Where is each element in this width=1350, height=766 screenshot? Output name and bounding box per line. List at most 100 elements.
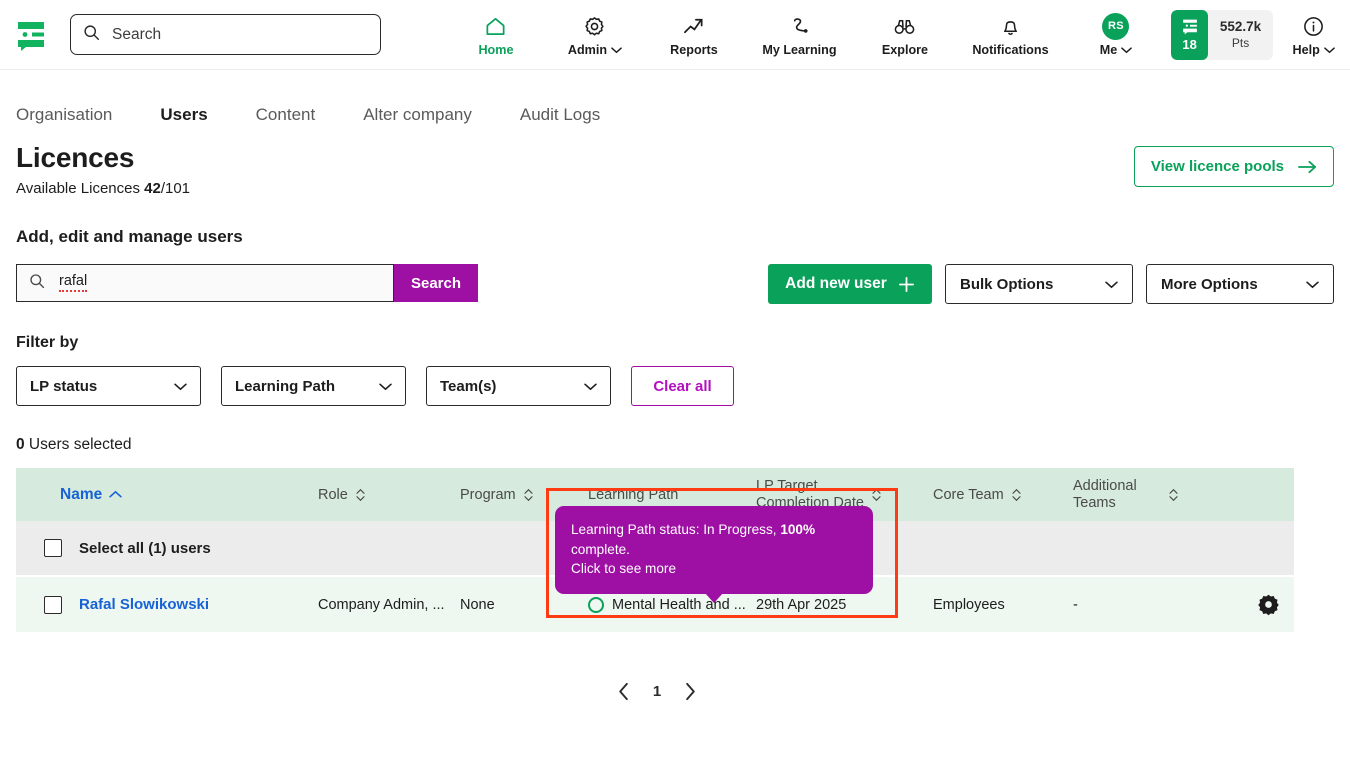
gear-icon [1257, 593, 1280, 616]
global-search-input[interactable]: Search [70, 14, 381, 55]
nav-label-my-learning: My Learning [762, 43, 836, 57]
chevron-down-icon [1324, 46, 1335, 54]
points-value-group: 552.7k Pts [1208, 10, 1273, 60]
column-header-learning-path-label: Learning Path [588, 487, 678, 503]
bulk-options-dropdown[interactable]: Bulk Options [945, 264, 1133, 304]
filter-teams[interactable]: Team(s) [426, 366, 611, 406]
cell-target-date: 29th Apr 2025 [756, 597, 933, 613]
tab-alter-company[interactable]: Alter company [363, 105, 520, 125]
sort-icon [871, 488, 882, 502]
search-button[interactable]: Search [394, 264, 478, 302]
learning-path-status-tooltip: Learning Path status: In Progress, 100% … [555, 506, 873, 594]
trend-arrow-icon [682, 14, 705, 38]
sort-icon [355, 488, 366, 502]
users-selected-number: 0 [16, 436, 25, 453]
chevron-down-icon [174, 382, 187, 391]
home-icon [484, 14, 507, 38]
company-logo-icon[interactable] [14, 17, 48, 53]
filter-learning-path[interactable]: Learning Path [221, 366, 406, 406]
view-licence-pools-button[interactable]: View licence pools [1134, 146, 1334, 187]
column-header-target-date-line1: LP Target [756, 478, 864, 495]
filter-teams-label: Team(s) [440, 378, 496, 395]
column-header-name[interactable]: Name [16, 486, 318, 504]
section-title: Add, edit and manage users [0, 227, 1350, 247]
tooltip-line-3: Click to see more [571, 559, 857, 579]
nav-item-home[interactable]: Home [446, 12, 545, 57]
nav-label-explore: Explore [882, 43, 928, 57]
column-header-additional-teams[interactable]: Additional Teams [1073, 478, 1193, 511]
lp-status-ring-icon [588, 597, 604, 613]
learning-path-icon [788, 14, 811, 38]
select-all-checkbox[interactable] [44, 539, 62, 557]
search-icon [83, 24, 100, 46]
sort-icon [1168, 488, 1179, 502]
tab-audit-logs[interactable]: Audit Logs [520, 105, 648, 125]
cell-learning-path[interactable]: Mental Health and ... [588, 597, 756, 613]
bulk-options-label: Bulk Options [960, 276, 1053, 293]
available-licences-total: /101 [161, 180, 190, 197]
page-header: Licences Available Licences 42/101 View … [0, 142, 1350, 197]
column-header-program[interactable]: Program [460, 487, 588, 503]
chevron-down-icon [1306, 280, 1319, 289]
top-navigation-bar: Search Home Admin [0, 0, 1350, 70]
sort-icon [523, 488, 534, 502]
filter-learning-path-label: Learning Path [235, 378, 335, 395]
column-header-role[interactable]: Role [318, 487, 460, 503]
avatar-initials: RS [1102, 13, 1129, 40]
more-options-dropdown[interactable]: More Options [1146, 264, 1334, 304]
row-settings-button[interactable] [1193, 593, 1294, 616]
pagination-next-button[interactable] [683, 682, 697, 701]
column-header-core-team-label: Core Team [933, 487, 1004, 503]
nav-item-my-learning[interactable]: My Learning [743, 12, 855, 57]
company-logo-icon [1180, 18, 1200, 36]
tooltip-status-text: Learning Path status: In Progress, [571, 522, 780, 537]
cell-additional-teams: - [1073, 597, 1193, 613]
nav-item-explore[interactable]: Explore [855, 12, 954, 57]
global-search-placeholder: Search [112, 26, 161, 44]
section-tabs: Organisation Users Content Alter company… [0, 88, 1350, 142]
pagination-current-page[interactable]: 1 [653, 683, 661, 700]
pagination-prev-button[interactable] [617, 682, 631, 701]
nav-label-admin: Admin [568, 43, 607, 57]
column-header-name-label: Name [60, 486, 102, 504]
points-badge[interactable]: 18 552.7k Pts [1171, 10, 1273, 60]
users-selected-count: 0 Users selected [0, 436, 1350, 454]
tooltip-line-2: complete. [571, 540, 857, 560]
column-header-learning-path[interactable]: Learning Path [588, 487, 756, 503]
clear-all-button[interactable]: Clear all [631, 366, 734, 406]
user-search-input[interactable]: rafal [16, 264, 394, 302]
user-search-value: rafal [59, 274, 87, 292]
nav-item-admin[interactable]: Admin [545, 12, 644, 57]
chevron-down-icon [379, 382, 392, 391]
binoculars-icon [893, 14, 916, 38]
pagination: 1 [0, 682, 1314, 701]
add-new-user-label: Add new user [785, 275, 887, 293]
gear-icon [583, 14, 606, 38]
user-actions: Add new user Bulk Options More Options [768, 264, 1334, 304]
cell-role: Company Admin, ... [318, 597, 460, 613]
nav-item-notifications[interactable]: Notifications [954, 12, 1066, 57]
available-licences-label: Available Licences [16, 180, 144, 197]
info-icon [1302, 14, 1325, 38]
add-new-user-button[interactable]: Add new user [768, 264, 932, 304]
filter-lp-status[interactable]: LP status [16, 366, 201, 406]
nav-item-reports[interactable]: Reports [644, 12, 743, 57]
nav-item-help[interactable]: Help [1277, 12, 1350, 57]
tab-organisation[interactable]: Organisation [16, 105, 160, 125]
user-name-link[interactable]: Rafal Slowikowski [79, 596, 209, 613]
select-all-label: Select all (1) users [79, 540, 211, 557]
tooltip-percent: 100% [780, 522, 815, 537]
row-checkbox[interactable] [44, 596, 62, 614]
points-value: 552.7k [1220, 19, 1261, 34]
plus-icon [898, 276, 915, 293]
avatar: RS [1102, 14, 1129, 38]
points-level-value: 18 [1182, 37, 1196, 52]
cell-core-team: Employees [933, 597, 1073, 613]
cell-learning-path-label: Mental Health and ... [612, 597, 746, 613]
tab-content[interactable]: Content [256, 105, 364, 125]
tab-users[interactable]: Users [160, 105, 255, 125]
column-header-core-team[interactable]: Core Team [933, 487, 1073, 503]
nav-label-notifications: Notifications [972, 43, 1048, 57]
nav-item-me[interactable]: RS Me [1066, 12, 1165, 57]
users-selected-suffix: Users selected [25, 436, 132, 453]
